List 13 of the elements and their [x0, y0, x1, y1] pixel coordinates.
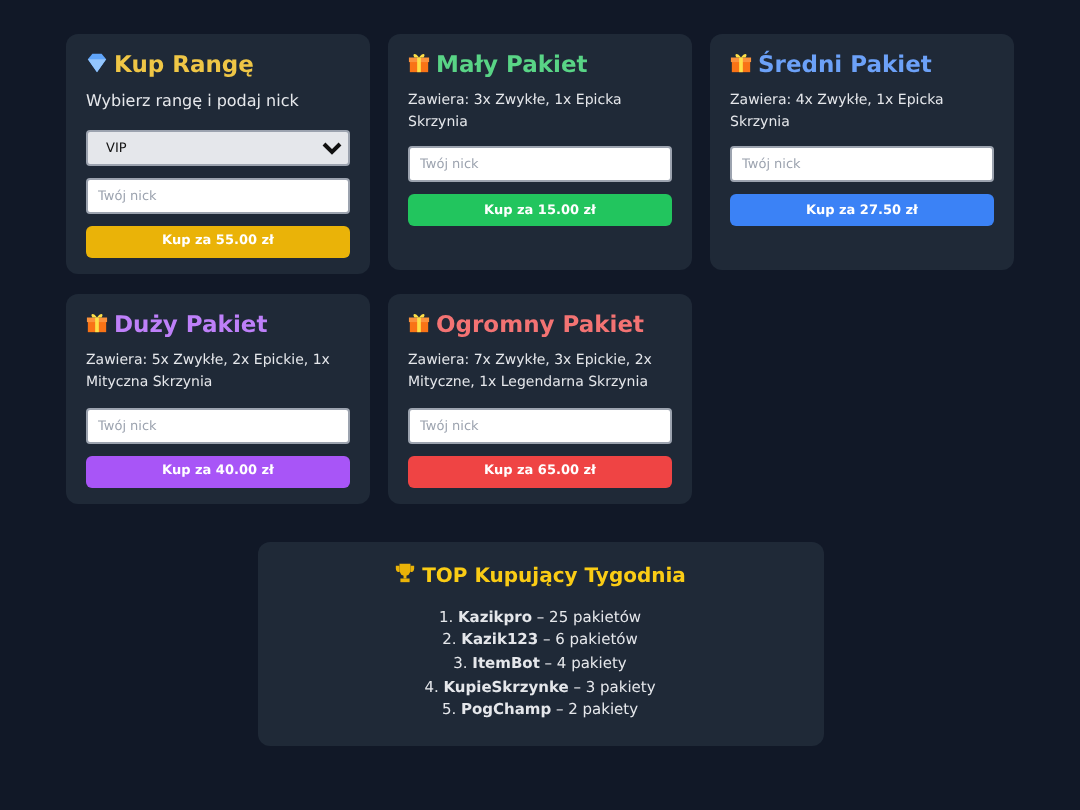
gift-icon [86, 312, 108, 335]
gift-icon [408, 312, 430, 335]
card-title: Kup Rangę [114, 50, 254, 78]
card-title: Duży Pakiet [114, 310, 268, 339]
card-title: Ogromny Pakiet [436, 310, 645, 339]
trophy-icon [394, 561, 417, 584]
card-description: Wybierz rangę i podaj nick [86, 89, 301, 114]
gem-icon [86, 52, 108, 74]
card-title: Średni Pakiet [758, 50, 932, 78]
gift-icon [408, 52, 430, 74]
panel-title: TOP Kupujący Tygodnia [422, 565, 686, 588]
card-title: Mały Pakiet [436, 50, 588, 78]
gift-icon [730, 52, 752, 74]
